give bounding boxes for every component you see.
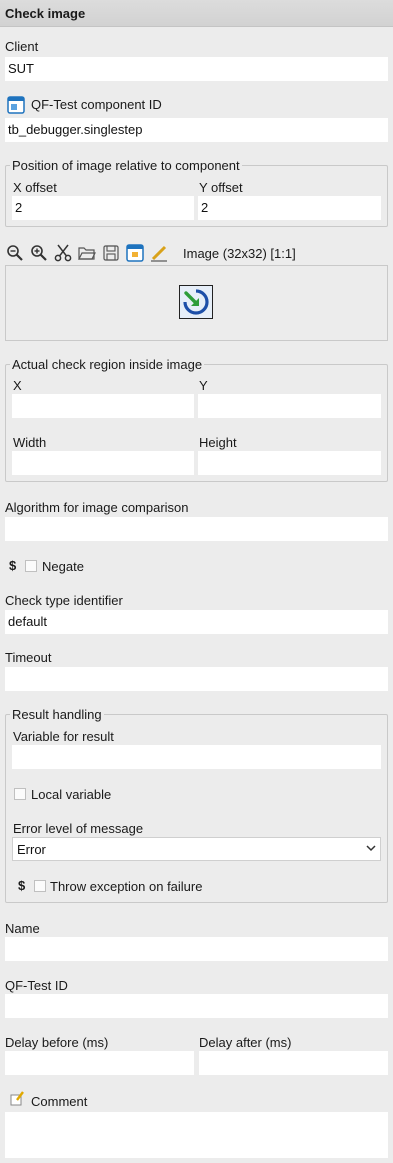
region-x-field[interactable] (12, 394, 194, 418)
region-y-label: Y (199, 378, 208, 393)
zoom-out-icon[interactable] (6, 244, 24, 262)
image-info: Image (32x32) [1:1] (183, 246, 296, 261)
delay-after-label: Delay after (ms) (199, 1035, 292, 1050)
negate-checkbox[interactable] (25, 560, 37, 572)
y-offset-field[interactable]: 2 (198, 196, 381, 220)
cut-icon[interactable] (54, 244, 72, 262)
result-variable-field[interactable] (12, 745, 381, 769)
region-height-label: Height (199, 435, 237, 450)
result-handling-title: Result handling (10, 707, 104, 722)
qftest-id-label: QF-Test ID (5, 978, 68, 993)
throw-variable-marker[interactable]: $ (18, 878, 25, 893)
zoom-in-icon[interactable] (30, 244, 48, 262)
x-offset-label: X offset (13, 180, 57, 195)
image-toolbar (6, 243, 168, 263)
throw-exception-label: Throw exception on failure (50, 879, 203, 894)
qftest-id-field[interactable] (5, 994, 388, 1018)
check-type-label: Check type identifier (5, 593, 123, 608)
delay-before-field[interactable] (5, 1051, 194, 1075)
component-id-icon[interactable] (7, 96, 25, 114)
component-id-label: QF-Test component ID (31, 97, 162, 112)
result-variable-label: Variable for result (13, 729, 114, 744)
comment-label: Comment (31, 1094, 88, 1109)
error-level-value: Error (17, 841, 46, 857)
negate-label: Negate (42, 559, 84, 574)
window-icon[interactable] (126, 244, 144, 262)
region-width-label: Width (13, 435, 47, 450)
panel-title: Check image (0, 0, 393, 27)
client-field[interactable]: SUT (5, 57, 388, 81)
delay-before-label: Delay before (ms) (5, 1035, 109, 1050)
error-level-label: Error level of message (13, 821, 144, 836)
algorithm-field[interactable] (5, 517, 388, 541)
delay-after-field[interactable] (199, 1051, 388, 1075)
x-offset-field[interactable]: 2 (12, 196, 194, 220)
chevron-down-icon (366, 844, 376, 855)
timeout-field[interactable] (5, 667, 388, 691)
edit-pencil-icon[interactable] (150, 244, 168, 262)
comment-edit-icon[interactable] (10, 1091, 25, 1106)
error-level-select[interactable]: Error (12, 837, 381, 861)
y-offset-label: Y offset (199, 180, 243, 195)
negate-variable-marker[interactable]: $ (9, 558, 16, 573)
component-id-field[interactable]: tb_debugger.singlestep (5, 118, 388, 142)
check-type-field[interactable]: default (5, 610, 388, 634)
open-folder-icon[interactable] (78, 244, 96, 262)
local-variable-checkbox[interactable] (14, 788, 26, 800)
name-label: Name (5, 921, 40, 936)
local-variable-label: Local variable (31, 787, 112, 802)
captured-image (179, 285, 213, 319)
position-group-title: Position of image relative to component (10, 158, 242, 173)
name-field[interactable] (5, 937, 388, 961)
region-x-label: X (13, 378, 22, 393)
region-height-field[interactable] (198, 451, 381, 475)
timeout-label: Timeout (5, 650, 52, 665)
comment-field[interactable] (5, 1112, 388, 1158)
region-width-field[interactable] (12, 451, 194, 475)
algorithm-label: Algorithm for image comparison (5, 500, 189, 515)
region-y-field[interactable] (198, 394, 381, 418)
save-icon[interactable] (102, 244, 120, 262)
single-step-icon (183, 289, 209, 315)
check-region-title: Actual check region inside image (10, 357, 205, 372)
throw-exception-checkbox[interactable] (34, 880, 46, 892)
client-label: Client (5, 39, 39, 54)
